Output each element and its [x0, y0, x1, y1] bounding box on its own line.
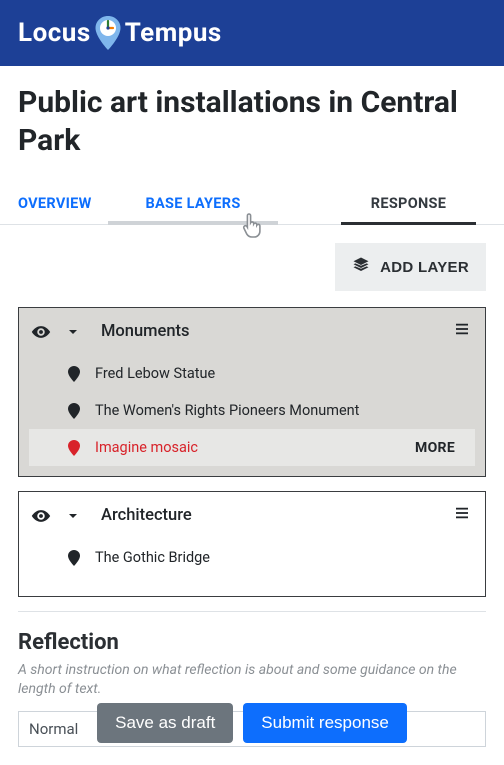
reflection-heading: Reflection — [18, 630, 486, 655]
layer-header: Monuments — [19, 308, 485, 355]
layer-title: Architecture — [101, 506, 437, 525]
base-layers-panel: ADD LAYER Monuments — [0, 225, 504, 765]
layer-item-label: The Women's Rights Pioneers Monument — [95, 402, 359, 419]
layer-items: The Gothic Bridge — [19, 539, 485, 596]
logo-text-right: Tempus — [125, 18, 222, 48]
visibility-toggle[interactable] — [31, 506, 51, 526]
section-divider — [18, 611, 486, 612]
map-pin-icon — [67, 440, 81, 456]
logo-text-left: Locus — [18, 18, 91, 48]
layer-item-label: The Gothic Bridge — [95, 549, 210, 566]
tab-bar: OVERVIEW BASE LAYERS RESPONSE — [0, 185, 504, 225]
layer-menu-button[interactable] — [449, 320, 475, 343]
tab-base-layers[interactable]: BASE LAYERS — [108, 185, 278, 224]
format-dropdown[interactable]: Normal — [29, 720, 78, 738]
collapse-toggle[interactable] — [63, 322, 83, 342]
layer-items: Fred Lebow Statue The Women's Rights Pio… — [19, 355, 485, 476]
collapse-toggle[interactable] — [63, 506, 83, 526]
layer-item[interactable]: The Women's Rights Pioneers Monument — [19, 392, 485, 429]
layer-menu-button[interactable] — [449, 504, 475, 527]
layer-item-label: Imagine mosaic — [95, 439, 401, 456]
layer-card-monuments: Monuments Fred Lebow Statue The Women's — [18, 307, 486, 477]
reflection-hint: A short instruction on what reflection i… — [18, 661, 486, 699]
page-title: Public art installations in Central Park — [18, 84, 486, 159]
item-more-button[interactable]: MORE — [415, 440, 461, 456]
save-draft-button[interactable]: Save as draft — [97, 703, 233, 743]
tab-overview[interactable]: OVERVIEW — [18, 185, 108, 224]
map-pin-icon — [67, 403, 81, 419]
app-logo: Locus Tempus — [18, 16, 222, 50]
map-pin-icon — [67, 550, 81, 566]
tab-response[interactable]: RESPONSE — [341, 185, 476, 224]
page-content: Public art installations in Central Park… — [0, 66, 504, 765]
map-pin-icon — [94, 16, 122, 50]
layer-card-architecture: Architecture The Gothic Bridge — [18, 491, 486, 597]
layer-item[interactable]: The Gothic Bridge — [19, 539, 485, 576]
layer-header: Architecture — [19, 492, 485, 539]
layer-item-selected[interactable]: Imagine mosaic MORE — [29, 429, 475, 466]
add-layer-label: ADD LAYER — [380, 259, 469, 276]
app-topbar: Locus Tempus — [0, 0, 504, 66]
add-layer-button[interactable]: ADD LAYER — [335, 243, 486, 291]
layers-icon — [352, 256, 370, 278]
layer-title: Monuments — [101, 322, 437, 341]
visibility-toggle[interactable] — [31, 322, 51, 342]
layer-item-label: Fred Lebow Statue — [95, 365, 215, 382]
submit-response-button[interactable]: Submit response — [243, 703, 407, 743]
format-dropdown-label: Normal — [29, 720, 78, 738]
map-pin-icon — [67, 366, 81, 382]
layer-item[interactable]: Fred Lebow Statue — [19, 355, 485, 392]
